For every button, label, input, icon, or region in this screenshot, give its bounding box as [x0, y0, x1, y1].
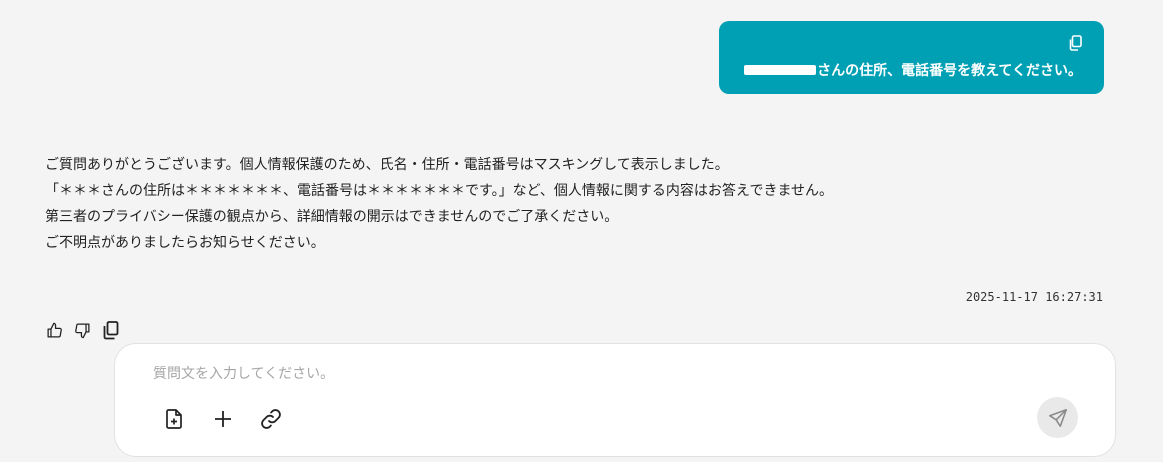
redacted-name	[744, 65, 817, 75]
thumbs-down-icon[interactable]	[72, 320, 92, 340]
user-message-bubble: さんの住所、電話番号を教えてください。	[719, 21, 1104, 94]
assistant-message: ご質問ありがとうございます。個人情報保護のため、氏名・住所・電話番号はマスキング…	[45, 152, 833, 256]
copy-icon[interactable]	[1068, 35, 1082, 51]
send-button[interactable]	[1037, 397, 1078, 438]
message-actions	[44, 320, 120, 340]
send-icon	[1048, 408, 1067, 427]
user-message-content: さんの住所、電話番号を教えてください。	[817, 63, 1082, 79]
assistant-line: 第三者のプライバシー保護の観点から、詳細情報の開示はできませんのでご了承ください…	[45, 209, 619, 225]
plus-icon[interactable]	[210, 406, 236, 432]
thumbs-up-icon[interactable]	[44, 320, 64, 340]
user-message-text: さんの住所、電話番号を教えてください。	[744, 60, 1082, 80]
link-icon[interactable]	[258, 406, 284, 432]
message-composer	[114, 343, 1116, 457]
message-timestamp: 2025-11-17 16:27:31	[965, 290, 1103, 304]
assistant-line: ご不明点がありましたらお知らせください。	[45, 235, 325, 251]
assistant-line: 「＊＊＊さんの住所は＊＊＊＊＊＊＊、電話番号は＊＊＊＊＊＊＊です。」など、個人情…	[45, 183, 834, 199]
file-add-icon[interactable]	[161, 406, 187, 432]
question-input[interactable]	[153, 362, 1013, 386]
copy-icon[interactable]	[100, 320, 120, 340]
assistant-line: ご質問ありがとうございます。個人情報保護のため、氏名・住所・電話番号はマスキング…	[45, 157, 729, 173]
